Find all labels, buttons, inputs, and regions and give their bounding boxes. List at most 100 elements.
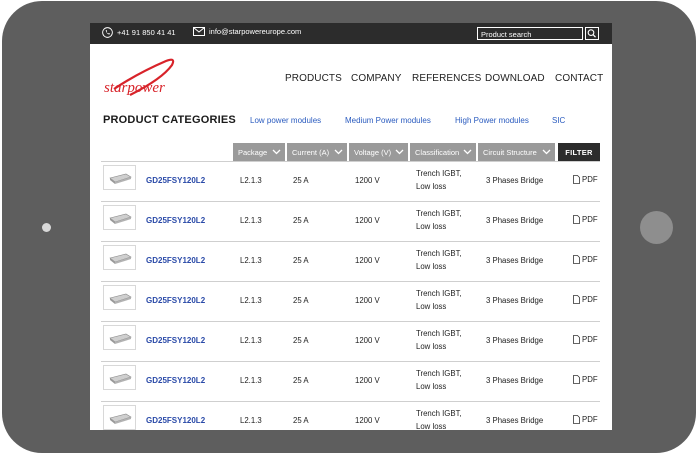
product-package: L2.1.3 — [240, 256, 262, 265]
phone-number: +41 91 850 41 41 — [117, 28, 176, 37]
module-image — [109, 213, 132, 224]
product-current: 25 A — [293, 296, 309, 305]
product-classification-line1: Trench IGBT, — [416, 289, 462, 298]
pdf-link[interactable]: PDF — [573, 215, 598, 224]
pdf-link[interactable]: PDF — [573, 375, 598, 384]
chevron-down-icon — [542, 149, 551, 155]
module-image — [109, 293, 132, 304]
email-address: info@starpowereurope.com — [209, 27, 302, 36]
product-thumbnail[interactable] — [103, 245, 136, 270]
product-current: 25 A — [293, 256, 309, 265]
product-current: 25 A — [293, 216, 309, 225]
product-voltage: 1200 V — [355, 256, 380, 265]
filter-package[interactable]: Package — [233, 143, 285, 161]
search-button[interactable] — [585, 27, 599, 40]
category-low-power[interactable]: Low power modules — [250, 116, 321, 125]
product-package: L2.1.3 — [240, 216, 262, 225]
product-classification-line2: Low loss — [416, 382, 447, 391]
nav-references[interactable]: REFERENCES — [412, 73, 481, 84]
pdf-label: PDF — [582, 295, 598, 304]
filter-voltage[interactable]: Voltage (V) — [349, 143, 408, 161]
phone-icon — [102, 27, 113, 38]
document-icon — [573, 215, 580, 224]
browser-screen: +41 91 850 41 41 info@starpowereurope.co… — [90, 23, 612, 430]
filter-classification-label: Classification — [415, 147, 460, 157]
product-classification-line2: Low loss — [416, 222, 447, 231]
filter-current-label: Current (A) — [292, 147, 330, 157]
pdf-link[interactable]: PDF — [573, 295, 598, 304]
product-thumbnail[interactable] — [103, 365, 136, 390]
home-button[interactable] — [640, 211, 673, 244]
product-voltage: 1200 V — [355, 296, 380, 305]
nav-company[interactable]: COMPANY — [351, 73, 402, 84]
category-sic[interactable]: SIC — [552, 116, 565, 125]
product-thumbnail[interactable] — [103, 325, 136, 350]
table-row[interactable]: GD25FSY120L2 L2.1.3 25 A 1200 V Trench I… — [101, 401, 600, 430]
pdf-label: PDF — [582, 335, 598, 344]
table-row[interactable]: GD25FSY120L2 L2.1.3 25 A 1200 V Trench I… — [101, 241, 600, 283]
product-name-link[interactable]: GD25FSY120L2 — [146, 176, 205, 185]
category-high-power[interactable]: High Power modules — [455, 116, 529, 125]
product-thumbnail[interactable] — [103, 165, 136, 190]
document-icon — [573, 415, 580, 424]
product-classification-line2: Low loss — [416, 302, 447, 311]
product-circuit-structure: 3 Phases Bridge — [486, 376, 544, 385]
email-contact[interactable]: info@starpowereurope.com — [193, 27, 301, 36]
filter-current[interactable]: Current (A) — [287, 143, 347, 161]
pdf-link[interactable]: PDF — [573, 415, 598, 424]
pdf-link[interactable]: PDF — [573, 335, 598, 344]
nav-contact[interactable]: CONTACT — [555, 73, 603, 84]
pdf-label: PDF — [582, 375, 598, 384]
table-row[interactable]: GD25FSY120L2 L2.1.3 25 A 1200 V Trench I… — [101, 321, 600, 363]
product-thumbnail[interactable] — [103, 285, 136, 310]
product-current: 25 A — [293, 376, 309, 385]
filter-circuit-structure[interactable]: Circuit Structure — [478, 143, 555, 161]
search-icon — [587, 29, 596, 38]
table-row[interactable]: GD25FSY120L2 L2.1.3 25 A 1200 V Trench I… — [101, 281, 600, 323]
product-voltage: 1200 V — [355, 376, 380, 385]
product-classification-line1: Trench IGBT, — [416, 329, 462, 338]
filter-classification[interactable]: Classification — [410, 143, 476, 161]
product-name-link[interactable]: GD25FSY120L2 — [146, 216, 205, 225]
product-current: 25 A — [293, 416, 309, 425]
product-package: L2.1.3 — [240, 336, 262, 345]
filter-button[interactable]: FILTER — [558, 143, 600, 161]
module-image — [109, 373, 132, 384]
nav-products[interactable]: PRODUCTS — [285, 73, 342, 84]
product-thumbnail[interactable] — [103, 205, 136, 230]
product-name-link[interactable]: GD25FSY120L2 — [146, 416, 205, 425]
product-name-link[interactable]: GD25FSY120L2 — [146, 376, 205, 385]
product-search-input[interactable]: Product search — [477, 27, 583, 40]
product-package: L2.1.3 — [240, 296, 262, 305]
product-name-link[interactable]: GD25FSY120L2 — [146, 256, 205, 265]
product-classification-line1: Trench IGBT, — [416, 209, 462, 218]
product-package: L2.1.3 — [240, 176, 262, 185]
module-image — [109, 173, 132, 184]
product-classification-line2: Low loss — [416, 342, 447, 351]
product-classification-line2: Low loss — [416, 262, 447, 271]
tablet-frame: +41 91 850 41 41 info@starpowereurope.co… — [2, 1, 696, 453]
product-circuit-structure: 3 Phases Bridge — [486, 256, 544, 265]
starpower-logo[interactable]: starpower — [100, 55, 180, 101]
mail-icon — [193, 27, 205, 36]
pdf-label: PDF — [582, 175, 598, 184]
chevron-down-icon — [395, 149, 404, 155]
product-name-link[interactable]: GD25FSY120L2 — [146, 296, 205, 305]
module-image — [109, 413, 132, 424]
filter-voltage-label: Voltage (V) — [354, 147, 392, 157]
table-row[interactable]: GD25FSY120L2 L2.1.3 25 A 1200 V Trench I… — [101, 201, 600, 243]
document-icon — [573, 255, 580, 264]
product-name-link[interactable]: GD25FSY120L2 — [146, 336, 205, 345]
product-circuit-structure: 3 Phases Bridge — [486, 176, 544, 185]
pdf-link[interactable]: PDF — [573, 255, 598, 264]
logo-text: starpower — [104, 80, 165, 96]
pdf-link[interactable]: PDF — [573, 175, 598, 184]
nav-download[interactable]: DOWNLOAD — [485, 73, 545, 84]
top-bar: +41 91 850 41 41 info@starpowereurope.co… — [90, 23, 612, 44]
category-medium-power[interactable]: Medium Power modules — [345, 116, 431, 125]
pdf-label: PDF — [582, 415, 598, 424]
phone-contact[interactable]: +41 91 850 41 41 — [102, 27, 176, 38]
table-row[interactable]: GD25FSY120L2 L2.1.3 25 A 1200 V Trench I… — [101, 361, 600, 403]
table-row[interactable]: GD25FSY120L2 L2.1.3 25 A 1200 V Trench I… — [101, 161, 600, 203]
product-thumbnail[interactable] — [103, 405, 136, 430]
